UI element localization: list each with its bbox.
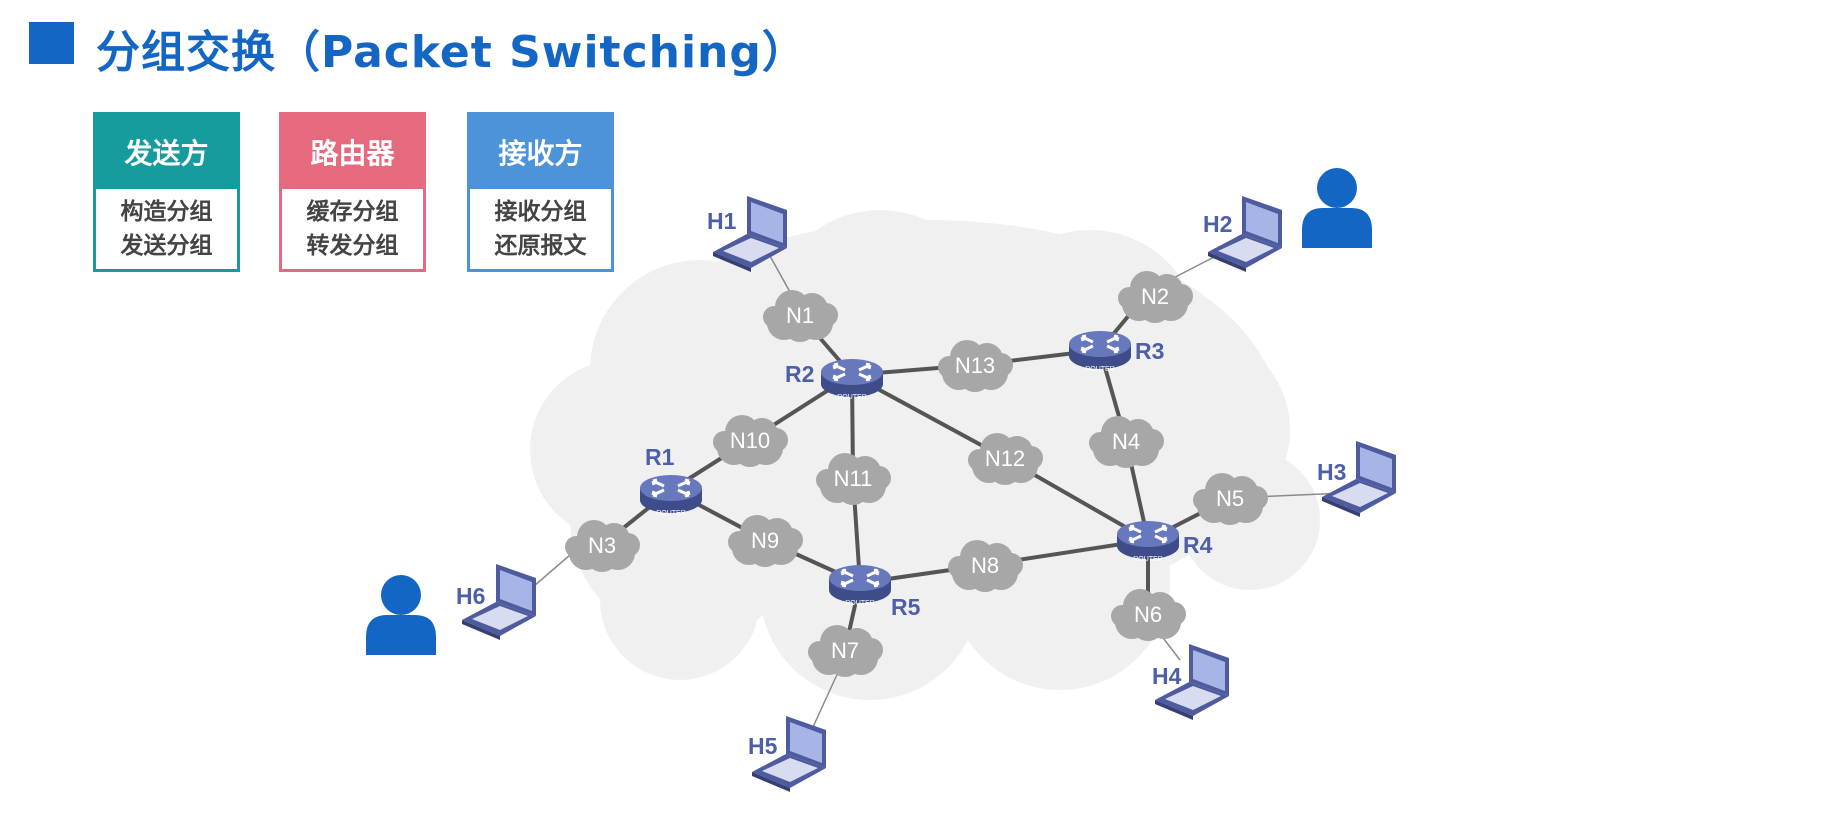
network-label-n4: N4 <box>1112 429 1140 454</box>
host-label-h2: H2 <box>1203 211 1232 237</box>
router-icon-r3 <box>1067 329 1133 371</box>
router-label-r5: R5 <box>891 594 921 620</box>
router-label-r4: R4 <box>1183 532 1213 558</box>
network-label-n10: N10 <box>730 428 770 453</box>
host-label-h1: H1 <box>707 208 737 234</box>
host-label-h3: H3 <box>1317 459 1346 485</box>
router-badge: ROUTER <box>845 600 875 607</box>
network-label-n8: N8 <box>971 553 999 578</box>
network-diagram: N1 N2 N3 N4 N5 N6 N7 N8 N9 N10 N11 N12 N… <box>366 168 1396 792</box>
router-label-r3: R3 <box>1135 338 1164 364</box>
person-icon-receiver <box>1302 168 1372 248</box>
router-icon-r1 <box>638 473 704 515</box>
network-label-n6: N6 <box>1134 602 1162 627</box>
network-label-n2: N2 <box>1141 284 1169 309</box>
router-label-r1: R1 <box>645 444 675 470</box>
network-label-n1: N1 <box>786 303 814 328</box>
router-badge: ROUTER <box>837 394 867 401</box>
person-icon-sender <box>366 575 436 655</box>
network-label-n7: N7 <box>831 638 859 663</box>
router-icon-r4 <box>1115 519 1181 561</box>
router-icon-r2 <box>819 357 885 399</box>
host-label-h5: H5 <box>748 733 778 759</box>
network-label-n9: N9 <box>751 528 779 553</box>
router-badge: ROUTER <box>1133 556 1163 563</box>
host-label-h4: H4 <box>1152 663 1182 689</box>
network-label-n5: N5 <box>1216 486 1244 511</box>
router-label-r2: R2 <box>785 361 814 387</box>
router-badge: ROUTER <box>1085 366 1115 373</box>
network-label-n3: N3 <box>588 533 616 558</box>
network-label-n12: N12 <box>985 446 1025 471</box>
network-label-n13: N13 <box>955 353 995 378</box>
router-badge: ROUTER <box>656 510 686 517</box>
router-icon-r5 <box>827 563 893 605</box>
network-label-n11: N11 <box>834 466 873 491</box>
host-label-h6: H6 <box>456 583 485 609</box>
